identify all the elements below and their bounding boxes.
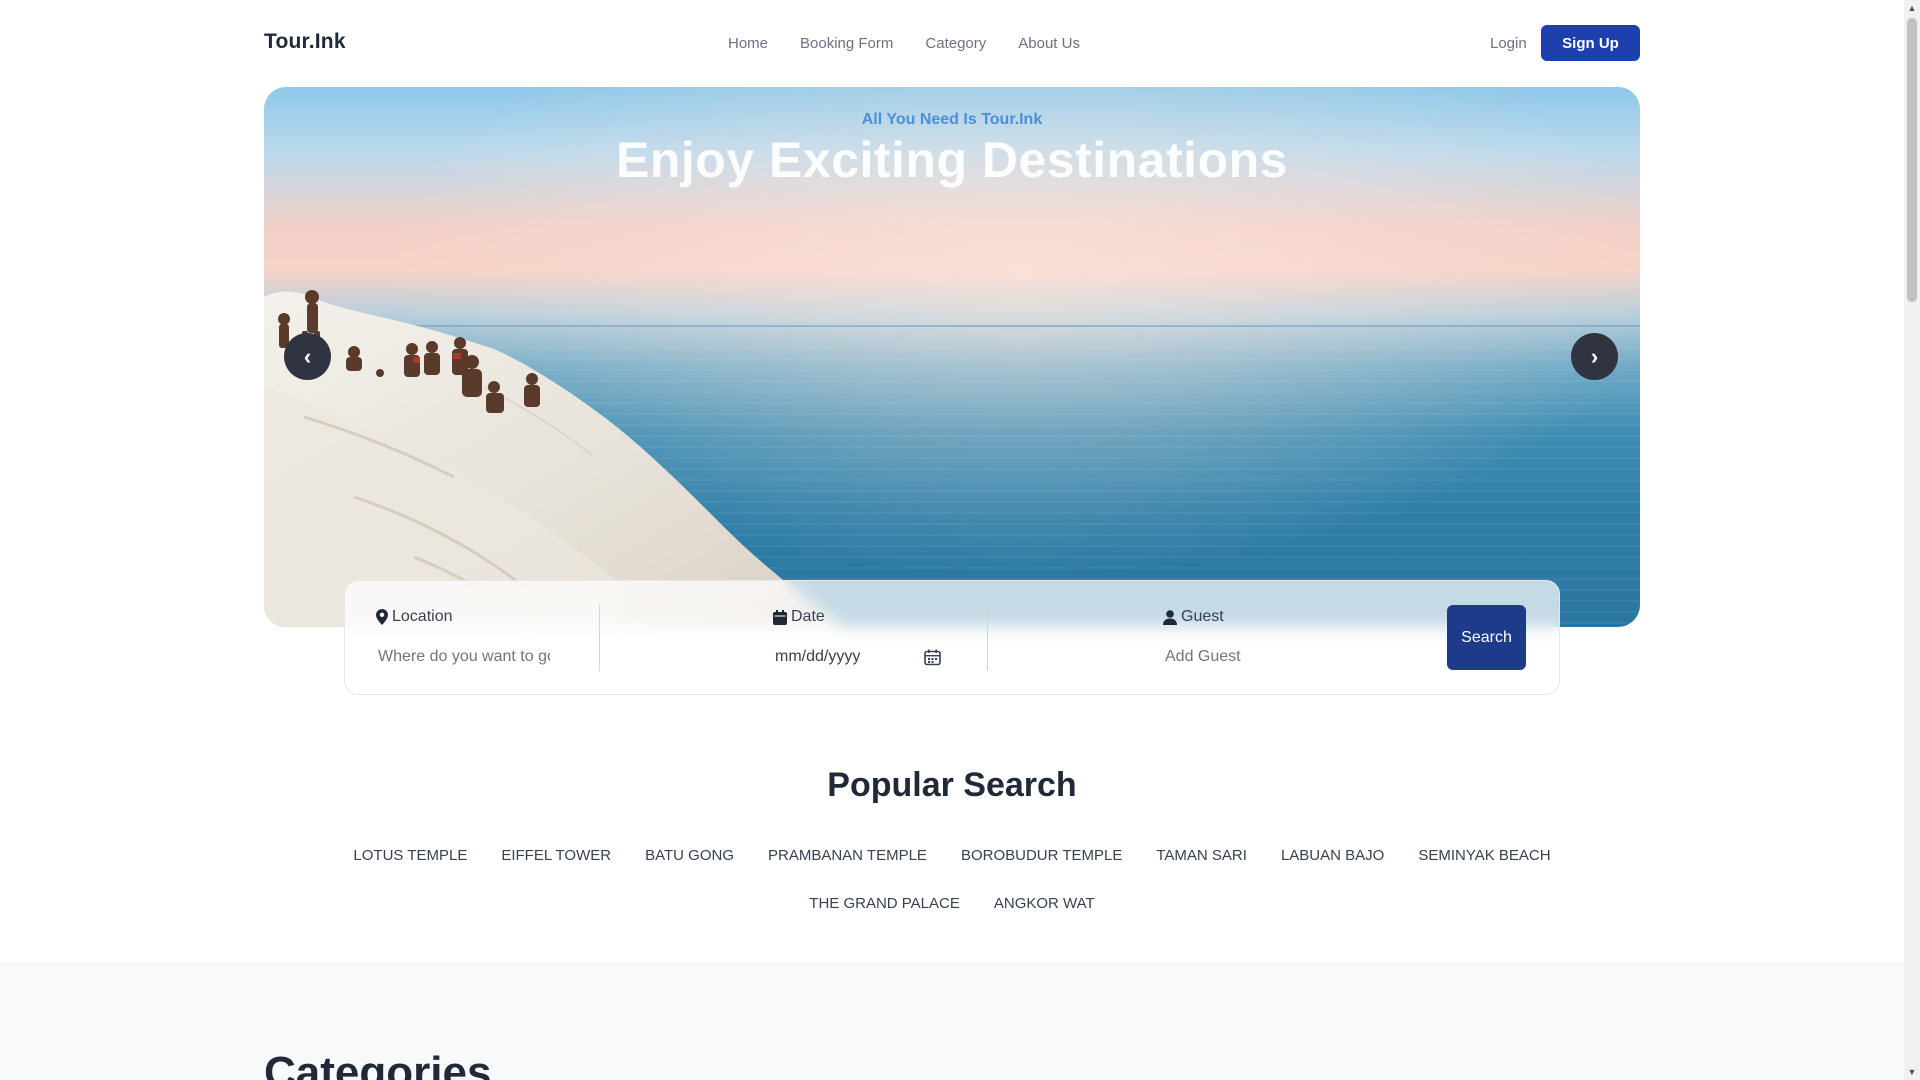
date-input[interactable]: mm/dd/yyyy <box>773 644 943 670</box>
popular-tag[interactable]: ANGKOR WAT <box>994 895 1095 913</box>
page: Tour.Ink Home Booking Form Category Abou… <box>0 0 1920 1080</box>
hero-title: Enjoy Exciting Destinations <box>616 132 1288 188</box>
nav-link-home[interactable]: Home <box>728 35 768 52</box>
guest-input[interactable] <box>1163 644 1275 670</box>
scroll-up-icon[interactable]: ▲ <box>1904 0 1920 16</box>
popular-search-title: Popular Search <box>827 766 1077 804</box>
popular-tag[interactable]: BOROBUDUR TEMPLE <box>961 847 1122 865</box>
popular-tags: LOTUS TEMPLE EIFFEL TOWER BATU GONG PRAM… <box>264 847 1640 913</box>
popular-tag[interactable]: EIFFEL TOWER <box>501 847 611 865</box>
navbar: Tour.Ink Home Booking Form Category Abou… <box>0 0 1904 86</box>
date-label: Date <box>773 608 825 626</box>
hero-tagline: All You Need Is Tour.Ink <box>861 111 1043 128</box>
page-scrollbar[interactable]: ▲ ▼ <box>1904 0 1920 1080</box>
carousel-prev-button[interactable]: ‹ <box>284 333 331 380</box>
guest-label-text: Guest <box>1181 608 1224 625</box>
popular-tag[interactable]: LABUAN BAJO <box>1281 847 1384 865</box>
scrollbar-thumb[interactable] <box>1907 18 1917 302</box>
date-label-text: Date <box>791 608 825 625</box>
map-pin-icon <box>376 609 388 625</box>
popular-tag[interactable]: BATU GONG <box>645 847 734 865</box>
search-divider <box>987 605 988 671</box>
nav-links: Home Booking Form Category About Us <box>728 35 1080 52</box>
scroll-down-icon[interactable]: ▼ <box>1904 1064 1920 1080</box>
nav-link-booking-form[interactable]: Booking Form <box>800 35 893 52</box>
calendar-icon <box>773 609 787 625</box>
login-link[interactable]: Login <box>1490 35 1527 52</box>
nav-link-about-us[interactable]: About Us <box>1018 35 1080 52</box>
nav-link-category[interactable]: Category <box>925 35 986 52</box>
hero-carousel: All You Need Is Tour.Ink Enjoy Exciting … <box>264 87 1640 627</box>
popular-tag[interactable]: PRAMBANAN TEMPLE <box>768 847 927 865</box>
date-input-value: mm/dd/yyyy <box>775 648 861 665</box>
popular-tag[interactable]: THE GRAND PALACE <box>809 895 960 913</box>
brand-logo[interactable]: Tour.Ink <box>264 30 346 54</box>
search-panel: Location Date mm/dd/yyyy <box>344 580 1560 695</box>
user-icon <box>1163 609 1177 625</box>
categories-title: Categories <box>264 1048 492 1080</box>
search-divider <box>599 605 600 671</box>
popular-tag[interactable]: LOTUS TEMPLE <box>353 847 467 865</box>
popular-tag[interactable]: SEMINYAK BEACH <box>1418 847 1550 865</box>
sign-up-button[interactable]: Sign Up <box>1541 25 1640 61</box>
location-label-text: Location <box>392 608 453 625</box>
location-label: Location <box>376 608 453 626</box>
search-button[interactable]: Search <box>1447 605 1526 670</box>
chevron-left-icon: ‹ <box>303 343 312 369</box>
location-input[interactable] <box>376 644 552 670</box>
guest-label: Guest <box>1163 608 1224 626</box>
popular-tag[interactable]: TAMAN SARI <box>1156 847 1247 865</box>
carousel-next-button[interactable]: › <box>1571 333 1618 380</box>
calendar-picker-icon[interactable] <box>924 649 941 666</box>
categories-section: Categories <box>0 962 1904 1080</box>
chevron-right-icon: › <box>1590 343 1599 369</box>
